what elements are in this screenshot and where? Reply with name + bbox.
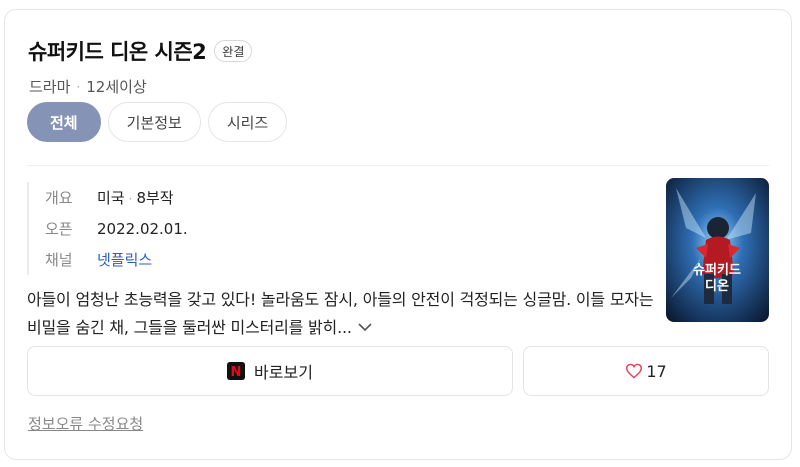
meta-row: 드라마 · 12세이상 (29, 76, 147, 97)
like-count: 17 (646, 361, 667, 381)
tab-all[interactable]: 전체 (27, 102, 101, 142)
channel-link[interactable]: 넷플릭스 (97, 249, 152, 270)
tab-series[interactable]: 시리즈 (207, 102, 288, 142)
info-row-open: 오픈 2022.02.01. (45, 213, 188, 244)
country-text: 미국 (97, 189, 125, 207)
page-title: 슈퍼키드 디온 시즌2 (28, 40, 207, 64)
info-separator: · (128, 192, 133, 206)
title-row: 슈퍼키드 디온 시즌2 완결 (28, 36, 253, 66)
overview-label: 개요 (45, 189, 73, 207)
poster-title-line2: 디온 (705, 278, 729, 294)
poster-title-line1: 슈퍼키드 (693, 263, 741, 278)
heart-icon (625, 363, 643, 379)
episodes-text: 8부작 (136, 189, 174, 207)
watch-button[interactable]: N 바로보기 (27, 346, 513, 396)
poster-image[interactable]: 슈퍼키드 디온 (666, 178, 769, 322)
rating-text: 12세이상 (86, 78, 147, 96)
channel-label: 채널 (45, 251, 73, 269)
meta-separator: · (76, 79, 81, 94)
content-card: 슈퍼키드 디온 시즌2 완결 드라마 · 12세이상 전체 기본정보 시리즈 개… (4, 9, 792, 460)
divider (27, 165, 769, 166)
report-error-link[interactable]: 정보오류 수정요청 (28, 413, 143, 434)
open-date: 2022.02.01. (97, 219, 188, 238)
synopsis: 아들이 엄청난 초능력을 갖고 있다! 놀라움도 잠시, 아들의 안전이 걱정되… (27, 286, 657, 343)
info-row-overview: 개요 미국 · 8부작 (45, 182, 188, 213)
tab-basic-info[interactable]: 기본정보 (107, 102, 201, 142)
tab-bar: 전체 기본정보 시리즈 (27, 102, 294, 142)
info-list: 개요 미국 · 8부작 오픈 2022.02.01. 채널 넷플릭스 (27, 182, 188, 275)
netflix-letter: N (231, 365, 242, 380)
like-button[interactable]: 17 (523, 346, 769, 396)
netflix-logo-icon: N (227, 362, 246, 380)
info-row-channel: 채널 넷플릭스 (45, 244, 188, 275)
open-label: 오픈 (45, 220, 73, 238)
overview-value: 미국 · 8부작 (97, 187, 174, 208)
genre-text: 드라마 (29, 78, 71, 96)
synopsis-text: 아들이 엄청난 초능력을 갖고 있다! 놀라움도 잠시, 아들의 안전이 걱정되… (27, 290, 654, 337)
chevron-down-icon[interactable] (358, 315, 372, 343)
status-badge: 완결 (214, 40, 253, 62)
watch-label: 바로보기 (254, 363, 313, 382)
